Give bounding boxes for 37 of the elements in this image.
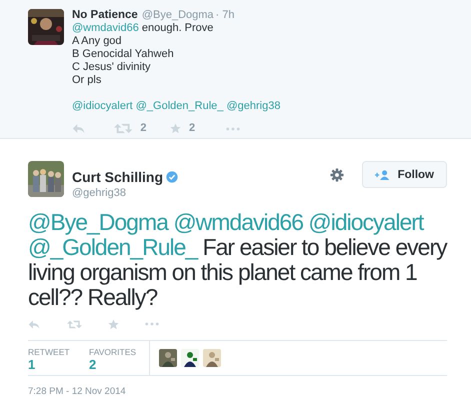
tweet-text-line: @wmdavid66 enough. Prove (72, 22, 214, 35)
tweet-text-line: Or pls (72, 74, 102, 87)
stat-count[interactable]: 1 (28, 357, 89, 373)
user-name[interactable]: Curt Schilling (72, 169, 163, 185)
reply-icon[interactable] (72, 123, 86, 134)
settings-icon[interactable] (330, 168, 344, 182)
favorite-count: 2 (189, 122, 196, 135)
stat-label[interactable]: RETWEET (28, 347, 89, 357)
reply-icon[interactable] (28, 318, 41, 330)
more-icon[interactable] (145, 322, 159, 326)
tweet-text-line: C Jesus' divinity (72, 61, 152, 74)
mention-link[interactable]: @_Golden_Rule_ (28, 234, 198, 260)
follow-button[interactable]: Follow (362, 161, 447, 188)
star-icon[interactable] (170, 123, 181, 134)
user-handle[interactable]: @gehrig38 (72, 187, 322, 199)
tweet-time[interactable]: · 7h (216, 9, 234, 22)
mention-link[interactable]: @Bye_Dogma (28, 209, 168, 235)
mention-link[interactable]: @_Golden_Rule_ (136, 100, 224, 112)
mention-link[interactable]: @idiocyalert (308, 209, 424, 235)
mention-link[interactable]: @wmdavid66 (173, 209, 303, 235)
tweet-text-line: B Genocidal Yahweh (72, 48, 175, 61)
tweet-timestamp: 7:28 PM - 12 Nov 2014 (28, 386, 127, 397)
tweet-text: @Bye_Dogma @wmdavid66 @idiocyalert @_Golden_Rule_ Far easier to believe every living organism on this planet came from 1 cell?? Really? (28, 210, 448, 310)
retweet-count: 2 (140, 122, 146, 135)
retweet-icon[interactable] (67, 318, 82, 330)
user-name[interactable]: No Patience (72, 9, 138, 22)
tweet-text-line: A Any god (72, 35, 123, 48)
retweet-icon[interactable] (114, 123, 132, 134)
stat-label[interactable]: FAVORITES (89, 347, 136, 357)
add-user-icon (374, 170, 390, 180)
stat-count[interactable]: 2 (89, 357, 136, 373)
mention-link[interactable]: @idiocyalert (72, 100, 133, 112)
star-icon[interactable] (108, 318, 119, 330)
mention-link[interactable]: @wmdavid66 (72, 22, 139, 34)
more-icon[interactable] (226, 126, 240, 130)
user-handle[interactable]: @Bye_Dogma (142, 9, 214, 22)
mention-link[interactable]: @gehrig38 (226, 100, 280, 112)
